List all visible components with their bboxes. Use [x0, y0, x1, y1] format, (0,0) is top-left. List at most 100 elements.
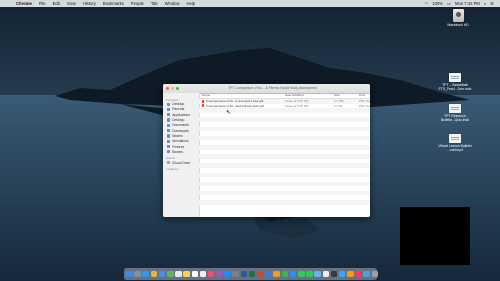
menu-window[interactable]: Window — [165, 0, 180, 7]
preview-icon[interactable] — [314, 270, 321, 278]
sidebar-item-label: Downloads — [172, 128, 189, 133]
video-overlay-panel — [400, 207, 470, 265]
menu-edit[interactable]: Edit — [53, 0, 60, 7]
safari-icon[interactable] — [142, 270, 149, 278]
column-size[interactable]: Size — [334, 93, 359, 98]
textedit-icon[interactable] — [322, 270, 330, 278]
quicktime-icon[interactable] — [330, 270, 338, 278]
status-area: ◠ 100% ▭ Mon 7:42 PM ⌕ ☰ — [421, 0, 494, 7]
sidebar-item-label: Movies — [172, 133, 183, 138]
zoom-icon[interactable] — [289, 270, 297, 278]
zoom-button[interactable] — [176, 86, 180, 90]
battery-percent[interactable]: 100% — [432, 0, 443, 7]
downloads-folder-icon[interactable] — [363, 270, 371, 278]
maps-icon[interactable] — [166, 270, 174, 278]
sidebar-item-label: Desktop — [172, 102, 185, 107]
finder-window: TPT Comparison of Nu... & Fitness Factor… — [163, 84, 370, 217]
window-title: TPT Comparison of Nu... & Fitness Factor… — [228, 86, 317, 90]
menu-help[interactable]: Help — [187, 0, 196, 7]
sidebar-item-label: Bowers — [172, 149, 184, 154]
system-preferences-icon[interactable] — [232, 270, 240, 278]
file-name: 6 Components of Fit...ated Fitness Quiz.… — [205, 103, 264, 108]
finder-sidebar: Favorites Desktop Recents Applications D… — [163, 93, 200, 217]
menu-bookmarks[interactable]: Bookmarks — [103, 0, 124, 7]
menu-tab[interactable]: Tab — [151, 0, 158, 7]
hard-drive-icon — [452, 9, 464, 22]
dock — [124, 268, 379, 280]
close-button[interactable] — [166, 86, 170, 90]
messages-icon[interactable] — [297, 270, 305, 278]
trash-icon[interactable] — [371, 270, 379, 278]
clock-icon — [167, 107, 171, 112]
column-name[interactable]: Name — [199, 93, 285, 98]
photoshop-icon[interactable] — [338, 270, 346, 278]
pdf-file-icon — [202, 104, 205, 108]
search-icon[interactable]: ⌕ — [484, 0, 486, 7]
document-icon — [449, 104, 461, 113]
sidebar-item-bowers[interactable]: Bowers — [163, 149, 199, 154]
download-icon — [167, 129, 171, 133]
file-rows: 6 Components of Fit...ic and Quiz Links.… — [199, 99, 370, 205]
word-icon[interactable] — [240, 270, 248, 278]
menu-history[interactable]: History — [83, 0, 96, 7]
calendar-icon[interactable] — [191, 270, 199, 278]
desktop-icon-virtual-lesson[interactable]: Virtual Lesson Bulletin ...odd.mp4 — [435, 134, 475, 152]
finder-icon[interactable] — [126, 270, 133, 278]
sidebar-item-label: Desktop — [172, 118, 185, 123]
film-icon — [167, 134, 171, 138]
sidebar-item-label: iCloud Drive — [172, 160, 191, 165]
file-size: 97 KB — [334, 103, 343, 108]
document-icon — [449, 73, 461, 82]
clock[interactable]: Mon 7:42 PM — [455, 0, 480, 7]
sidebar-item-icloud-drive[interactable]: iCloud Drive — [163, 160, 199, 165]
desktop-icon-label: Macintosh HD — [447, 23, 469, 27]
chrome-icon[interactable] — [150, 270, 158, 278]
menu-file[interactable]: File — [39, 0, 46, 7]
keynote-icon[interactable] — [265, 270, 272, 278]
facetime-icon[interactable] — [306, 270, 313, 278]
pictures-icon — [167, 144, 171, 149]
column-kind[interactable]: Kind — [359, 93, 370, 98]
file-date: Today at 6:48 PM — [285, 103, 309, 108]
control-menu-icon[interactable]: ☰ — [490, 0, 494, 7]
desktop-icon-macintosh-hd[interactable]: Macintosh HD — [438, 9, 478, 27]
file-kind: PDF Doc — [359, 103, 370, 108]
menu-people[interactable]: People — [131, 0, 144, 7]
menu-view[interactable]: View — [67, 0, 76, 7]
menu-app-name[interactable]: Chrome — [16, 0, 32, 7]
minimize-button[interactable] — [171, 86, 175, 90]
sidebar-heading-locations: Locations — [166, 166, 179, 171]
mail-icon[interactable] — [158, 270, 166, 278]
desktop-icon — [167, 102, 171, 106]
music-icon[interactable] — [207, 270, 215, 278]
sidebar-item-label: Animations — [172, 139, 189, 144]
wifi-icon[interactable]: ◠ — [425, 0, 429, 7]
powerpoint-icon[interactable] — [257, 270, 264, 278]
notes-icon[interactable] — [183, 270, 190, 278]
launchpad-icon[interactable] — [134, 270, 141, 278]
folder-icon — [167, 139, 171, 143]
applications-icon — [167, 113, 171, 117]
sidebar-item-label: Pictures — [172, 144, 185, 149]
desktop-icon-resource-bulletin[interactable]: TPT Resource Bulletin...Quiz.indd — [435, 104, 475, 122]
battery-icon[interactable]: ▭ — [447, 0, 451, 7]
podcasts-icon[interactable] — [216, 270, 223, 278]
desktop-icon-label: TPT – Basketball FTS_Pract...Drm.mdx — [438, 83, 472, 91]
empty-row — [199, 200, 370, 205]
reminders-icon[interactable] — [199, 270, 207, 278]
file-list: Name Date Modified Size Kind 6 Component… — [199, 93, 370, 217]
desktop-icon-basketball-file[interactable]: TPT – Basketball FTS_Pract...Drm.mdx — [435, 73, 475, 91]
illustrator-icon[interactable] — [347, 270, 354, 278]
pages-icon[interactable] — [273, 270, 280, 278]
app-store-icon[interactable] — [224, 270, 231, 278]
excel-icon[interactable] — [248, 270, 256, 278]
photos-icon[interactable] — [175, 270, 182, 278]
folder-icon — [167, 150, 171, 154]
numbers-icon[interactable] — [281, 270, 289, 278]
indesign-icon[interactable] — [355, 270, 362, 278]
menu-bar: Chrome File Edit View History Bookmarks … — [0, 0, 500, 7]
sidebar-item-label: Applications — [172, 112, 190, 117]
document-icon — [167, 123, 171, 127]
column-date-modified[interactable]: Date Modified — [285, 93, 334, 98]
file-row[interactable]: 6 Components of Fit...ated Fitness Quiz.… — [199, 104, 370, 109]
